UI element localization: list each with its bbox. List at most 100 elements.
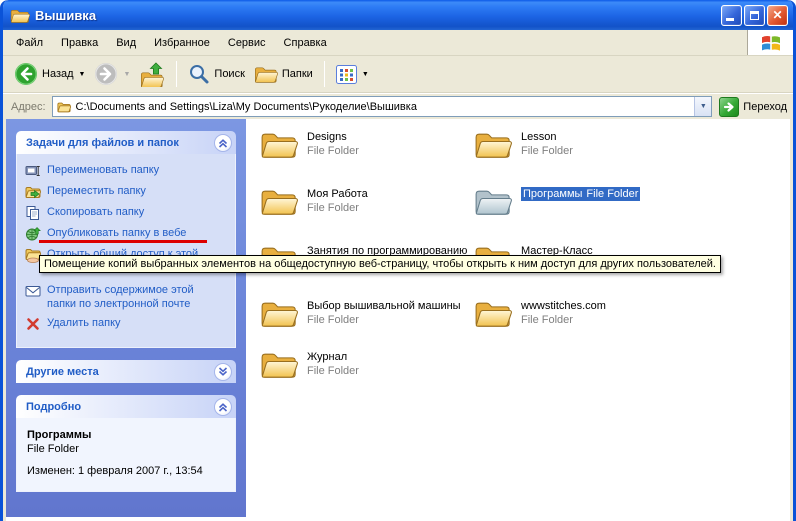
panel-details: Подробно Программы File Folder Изменен: … (16, 395, 236, 492)
folder-icon (260, 128, 298, 160)
window-folder-icon (10, 7, 30, 24)
folder-tile-designs[interactable]: DesignsFile Folder (260, 128, 470, 160)
folder-icon (260, 348, 298, 380)
search-label: Поиск (214, 68, 244, 80)
folder-type: File Folder (584, 187, 640, 201)
menu-help[interactable]: Справка (275, 34, 336, 52)
address-input[interactable]: C:\Documents and Settings\Liza\My Docume… (52, 96, 713, 117)
address-bar: Адрес: C:\Documents and Settings\Liza\My… (3, 93, 793, 119)
task-label: Переименовать папку (47, 163, 159, 177)
folder-tile-lesson[interactable]: LessonFile Folder (474, 128, 684, 160)
maximize-icon (750, 11, 759, 20)
back-label: Назад (42, 68, 74, 80)
details-body: Программы File Folder Изменен: 1 февраля… (16, 418, 236, 492)
move-folder-icon (25, 184, 41, 200)
crop-strip (6, 517, 249, 521)
close-icon: ✕ (772, 9, 782, 21)
back-dropdown-icon[interactable]: ▼ (79, 71, 86, 78)
task-publish-folder-web[interactable]: Опубликовать папку в вебе (25, 226, 229, 242)
chevron-up-icon (216, 136, 230, 150)
folder-tile-vybor-mashiny[interactable]: Выбор вышивальной машиныFile Folder (260, 297, 470, 329)
task-rename-folder[interactable]: Переименовать папку (25, 163, 229, 179)
copy-folder-icon (25, 205, 41, 221)
views-button[interactable]: ▼ (333, 63, 372, 86)
file-tasks-title: Задачи для файлов и папок (26, 137, 179, 149)
content-area: Задачи для файлов и папок Переименовать … (6, 119, 790, 521)
minimize-button[interactable] (721, 5, 742, 26)
other-places-header[interactable]: Другие места (16, 360, 236, 383)
details-title: Подробно (26, 401, 81, 413)
toolbar-separator (324, 61, 325, 87)
search-button[interactable]: Поиск (185, 61, 247, 87)
task-label: Удалить папку (47, 316, 121, 330)
folder-icon (474, 128, 512, 160)
chevron-down-icon (216, 365, 230, 379)
menu-tools[interactable]: Сервис (219, 34, 275, 52)
forward-dropdown-icon[interactable]: ▼ (123, 71, 130, 78)
forward-icon (94, 62, 118, 86)
task-copy-folder[interactable]: Скопировать папку (25, 205, 229, 221)
close-button[interactable]: ✕ (767, 5, 788, 26)
task-delete-folder[interactable]: Удалить папку (25, 316, 229, 332)
expand-button[interactable] (214, 363, 232, 381)
folder-name: Журнал (307, 350, 359, 364)
window-controls: ✕ (721, 5, 788, 26)
folder-name: Выбор вышивальной машины (307, 299, 461, 313)
details-header[interactable]: Подробно (16, 395, 236, 418)
menu-file[interactable]: Файл (7, 34, 52, 52)
folder-tile-wwwstitches[interactable]: wwwstitches.comFile Folder (474, 297, 684, 329)
file-list: DesignsFile Folder LessonFile Folder Моя… (246, 119, 790, 521)
folder-name: wwwstitches.com (521, 299, 606, 313)
back-button[interactable]: Назад ▼ (11, 60, 88, 88)
folder-type: File Folder (307, 144, 359, 158)
folder-icon (474, 297, 512, 329)
up-button[interactable] (136, 60, 168, 89)
windows-flag-icon (761, 34, 781, 52)
menu-edit[interactable]: Правка (52, 34, 107, 52)
views-icon (336, 65, 357, 84)
folder-tile-programmy-selected[interactable]: ПрограммыFile Folder (474, 185, 684, 217)
forward-button[interactable]: ▼ (91, 60, 133, 88)
views-dropdown-icon[interactable]: ▼ (362, 71, 369, 78)
address-dropdown-button[interactable]: ▼ (694, 97, 711, 116)
folder-icon (260, 185, 298, 217)
folder-name: Программы (521, 187, 584, 201)
folder-name: Designs (307, 130, 359, 144)
minimize-icon (726, 18, 734, 21)
folders-button[interactable]: Папки (251, 62, 316, 86)
other-places-title: Другие места (26, 366, 99, 378)
address-folder-icon (56, 100, 72, 114)
folder-name: Lesson (521, 130, 573, 144)
search-icon (188, 63, 210, 85)
folder-type: File Folder (307, 313, 461, 327)
tooltip: Помещение копий выбранных элементов на о… (39, 255, 721, 273)
windows-logo (747, 30, 793, 55)
details-item-type: File Folder (27, 442, 231, 456)
folder-icon-selected (474, 185, 512, 217)
task-move-folder[interactable]: Переместить папку (25, 184, 229, 200)
menu-view[interactable]: Вид (107, 34, 145, 52)
maximize-button[interactable] (744, 5, 765, 26)
task-label: Опубликовать папку в вебе (47, 226, 186, 240)
desktop: { "window": { "title": "Вышивка", "contr… (0, 0, 796, 521)
collapse-button[interactable] (214, 134, 232, 152)
back-icon (14, 62, 38, 86)
file-tasks-header[interactable]: Задачи для файлов и папок (16, 131, 236, 154)
address-label: Адрес: (11, 101, 46, 113)
task-label: Скопировать папку (47, 205, 144, 219)
menu-favorites[interactable]: Избранное (145, 34, 219, 52)
go-button[interactable]: Переход (719, 97, 787, 117)
address-path: C:\Documents and Settings\Liza\My Docume… (76, 101, 695, 113)
go-arrow-icon (719, 97, 739, 117)
task-pane: Задачи для файлов и папок Переименовать … (6, 119, 246, 517)
annotation-red-underline (39, 240, 207, 243)
collapse-button[interactable] (214, 398, 232, 416)
folder-tile-zhurnal[interactable]: ЖурналFile Folder (260, 348, 470, 380)
file-tasks-body: Переименовать папку Переместить папку Ск… (16, 154, 236, 348)
menu-items: Файл Правка Вид Избранное Сервис Справка (3, 30, 747, 55)
task-email-folder[interactable]: Отправить содержимое этой папки по элект… (25, 283, 229, 311)
menu-bar: Файл Правка Вид Избранное Сервис Справка (3, 30, 793, 56)
folder-tile-moya-rabota[interactable]: Моя РаботаFile Folder (260, 185, 470, 217)
task-label: Отправить содержимое этой папки по элект… (47, 283, 221, 311)
email-icon (25, 283, 41, 299)
